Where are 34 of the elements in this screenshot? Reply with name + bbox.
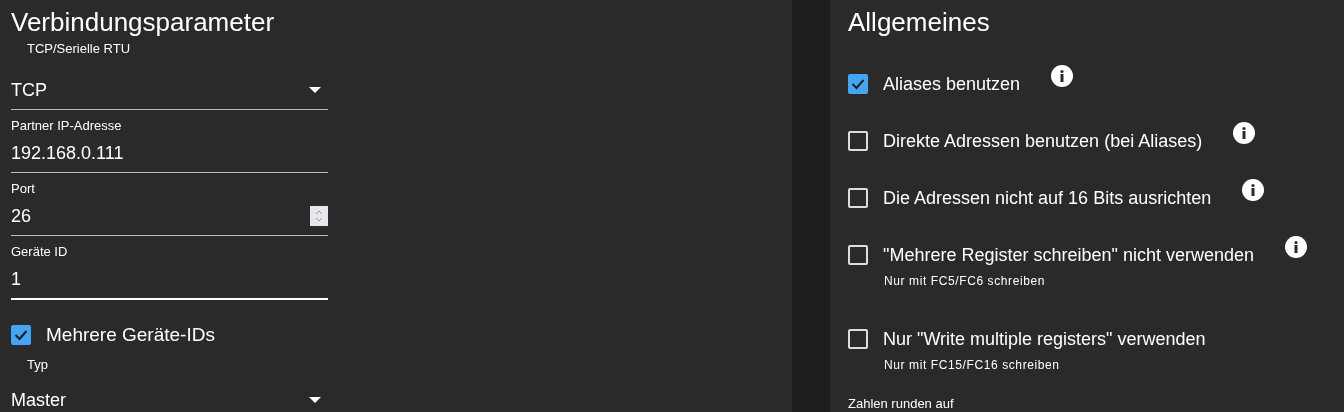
field-label: Zahlen runden auf bbox=[848, 396, 955, 411]
checkbox-label: "Mehrere Register schreiben" nicht verwenden bbox=[883, 244, 1254, 266]
input-field[interactable]: Port 26 bbox=[11, 173, 328, 236]
caret-icon bbox=[309, 397, 321, 403]
checkbox[interactable] bbox=[848, 74, 868, 94]
select-field[interactable]: TCP/Serielle RTU TCP bbox=[11, 38, 328, 110]
checkbox[interactable] bbox=[11, 325, 31, 345]
info-icon[interactable] bbox=[1233, 122, 1256, 144]
field-label: Typ bbox=[27, 357, 48, 373]
field-value: Master bbox=[11, 389, 66, 411]
field-value: 1 bbox=[11, 268, 21, 290]
input-field[interactable]: Geräte ID 1 bbox=[11, 236, 328, 300]
field-label: Partner IP-Adresse bbox=[11, 118, 122, 134]
field-value: 192.168.0.111 bbox=[11, 142, 124, 164]
field-label: Geräte ID bbox=[11, 244, 68, 260]
select-field[interactable]: Master bbox=[11, 381, 328, 412]
checkbox-label: Direkte Adressen benutzen (bei Aliases) bbox=[883, 130, 1203, 152]
checkbox-label: Nur "Write multiple registers" verwenden bbox=[883, 328, 1206, 350]
section-title: Allgemeines bbox=[848, 6, 991, 38]
section-title: Verbindungsparameter bbox=[11, 6, 276, 38]
info-icon[interactable] bbox=[1242, 179, 1265, 201]
input-field[interactable]: Partner IP-Adresse 192.168.0.111 bbox=[11, 110, 328, 173]
hint-text: Nur mit FC15/FC16 schreiben bbox=[884, 358, 1061, 372]
info-icon[interactable] bbox=[1051, 65, 1074, 87]
checkbox-label: Aliases benutzen bbox=[883, 73, 1021, 95]
field-label: Port bbox=[11, 181, 35, 197]
checkbox-label: Die Adressen nicht auf 16 Bits ausrichten bbox=[883, 187, 1212, 209]
info-icon[interactable] bbox=[1284, 236, 1307, 258]
checkbox-label: Mehrere Geräte-IDs bbox=[46, 324, 215, 346]
field-label: TCP/Serielle RTU bbox=[27, 41, 131, 57]
field-value: 26 bbox=[11, 205, 32, 227]
caret-icon bbox=[309, 87, 321, 93]
field-value: TCP bbox=[11, 79, 47, 101]
hint-text: Nur mit FC5/FC6 schreiben bbox=[884, 274, 1047, 288]
